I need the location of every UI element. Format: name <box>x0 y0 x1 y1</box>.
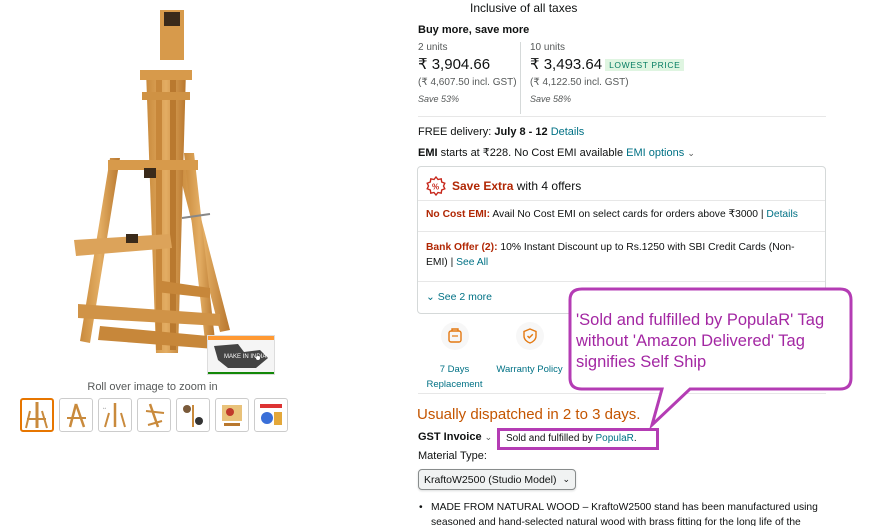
offers-title: Save Extra <box>452 179 514 193</box>
emi-prefix: EMI <box>418 147 438 159</box>
offer-no-cost-emi: No Cost EMI: Avail No Cost EMI on select… <box>426 207 816 222</box>
offers-panel: % Save Extra with 4 offers No Cost EMI: … <box>417 166 826 314</box>
tier-2-units[interactable]: 2 units ₹ 3,904.66 (₹ 4,607.50 incl. GST… <box>418 42 518 104</box>
easel-info-thumb-icon <box>260 404 282 425</box>
tier-savings: Save 53% <box>418 94 460 104</box>
chevron-down-icon: ⌄ <box>426 291 435 303</box>
offers-header: % Save Extra with 4 offers <box>426 176 581 196</box>
thumbnail-strip: ↔ <box>20 398 288 432</box>
sold-by-suffix: . <box>633 433 637 444</box>
svg-text:%: % <box>432 183 439 192</box>
sold-by-prefix: Sold and fulfilled by <box>506 433 596 444</box>
thumbnail-7[interactable] <box>254 398 288 432</box>
material-type-label: Material Type: <box>418 450 487 462</box>
seller-link[interactable]: PopulaR <box>596 433 634 444</box>
offer-see-all-link[interactable]: See All <box>456 257 488 268</box>
tier-10-units[interactable]: 10 units ₹ 3,493.64 LOWEST PRICE (₹ 4,122… <box>530 42 710 104</box>
material-selected-value: KraftoW2500 (Studio Model) <box>424 473 557 486</box>
tier-divider <box>520 42 521 114</box>
make-in-india-badge: MAKE IN INDIA <box>207 335 275 375</box>
bullet-item: MADE FROM NATURAL WOOD – KraftoW2500 sta… <box>419 500 829 526</box>
zoom-hint: Roll over image to zoom in <box>87 381 218 393</box>
dispatch-status: Usually dispatched in 2 to 3 days. <box>417 406 641 423</box>
chevron-down-icon: ⌄ <box>484 432 493 442</box>
tier-units: 2 units <box>418 42 448 53</box>
gst-invoice-toggle[interactable]: GST Invoice ⌄ <box>418 431 492 443</box>
tier-savings: Save 58% <box>530 94 572 104</box>
product-main-image[interactable] <box>60 8 245 368</box>
make-in-india-logo-icon: MAKE IN INDIA <box>208 336 274 374</box>
offers-subtitle: with 4 offers <box>513 179 582 193</box>
emi-options-label: EMI options <box>626 147 685 159</box>
thumbnail-2[interactable] <box>59 398 93 432</box>
gst-invoice-label: GST Invoice <box>418 431 482 443</box>
easel-dims-thumb-icon: ↔ <box>102 403 126 428</box>
chevron-down-icon: ⌄ <box>687 148 695 158</box>
warranty-shield-icon <box>515 322 544 350</box>
thumbnail-1[interactable] <box>20 398 54 432</box>
product-bullets: MADE FROM NATURAL WOOD – KraftoW2500 sta… <box>419 500 829 526</box>
divider <box>418 200 825 201</box>
make-in-india-text: MAKE IN INDIA <box>224 354 266 360</box>
delivery-dates: July 8 - 12 <box>494 126 548 138</box>
offer-bank: Bank Offer (2): 10% Instant Discount up … <box>426 240 816 270</box>
delivery-info: FREE delivery: July 8 - 12 Details <box>418 126 584 138</box>
sold-by-tag: Sold and fulfilled by PopulaR. <box>497 428 659 450</box>
lowest-price-badge: LOWEST PRICE <box>605 59 685 72</box>
easel-angle-thumb-icon <box>145 403 165 428</box>
taxes-note: Inclusive of all taxes <box>470 1 578 15</box>
offer-text: Avail No Cost EMI on select cards for or… <box>490 209 767 220</box>
divider <box>418 116 826 117</box>
thumbnail-6[interactable] <box>215 398 249 432</box>
tier-price-row: ₹ 3,493.64 LOWEST PRICE <box>530 55 710 73</box>
tier-gst-price: (₹ 4,122.50 incl. GST) <box>530 77 629 88</box>
emi-info: EMI starts at ₹228. No Cost EMI availabl… <box>418 146 695 159</box>
emi-text: starts at ₹228. No Cost EMI available <box>437 147 627 159</box>
tier-units: 10 units <box>530 42 566 53</box>
replacement-icon <box>440 322 469 350</box>
delivery-prefix: FREE delivery: <box>418 126 495 138</box>
see-more-label: See 2 more <box>437 291 493 303</box>
tier-price: ₹ 3,493.64 <box>530 56 603 73</box>
divider <box>418 393 826 394</box>
easel-thumb-icon <box>25 402 48 429</box>
thumbnail-4[interactable] <box>137 398 171 432</box>
offer-tag: Bank Offer (2): <box>426 242 498 253</box>
thumbnail-3[interactable]: ↔ <box>98 398 132 432</box>
feature-warranty[interactable]: Warranty Policy <box>492 322 567 377</box>
bulk-pricing-title: Buy more, save more <box>418 24 530 36</box>
divider <box>418 281 825 282</box>
svg-text:↔: ↔ <box>102 405 107 411</box>
tier-price: ₹ 3,904.66 <box>418 56 491 73</box>
feature-label: 7 Days Replacement <box>426 364 483 390</box>
easel-detail-thumb-icon <box>183 405 203 427</box>
chevron-down-icon: ⌄ <box>562 474 570 484</box>
tier-gst-price: (₹ 4,607.50 incl. GST) <box>418 77 517 88</box>
annotation-text: 'Sold and fulfilled by PopulaR' Tag with… <box>576 311 825 371</box>
thumbnail-5[interactable] <box>176 398 210 432</box>
feature-replacement[interactable]: 7 Days Replacement <box>417 322 492 392</box>
material-type-dropdown[interactable]: KraftoW2500 (Studio Model) ⌄ <box>418 469 576 490</box>
offer-details-link[interactable]: Details <box>766 209 797 220</box>
easel-image <box>74 10 230 353</box>
delivery-details-link[interactable]: Details <box>551 126 585 138</box>
see-more-offers[interactable]: ⌄ See 2 more <box>426 291 492 303</box>
easel-painting-thumb-icon <box>222 405 242 426</box>
offer-percent-icon: % <box>426 176 446 196</box>
divider <box>418 231 825 232</box>
feature-label: Warranty Policy <box>496 364 563 375</box>
offer-tag: No Cost EMI: <box>426 209 491 220</box>
emi-options-link[interactable]: EMI options ⌄ <box>626 147 695 159</box>
easel-side-thumb-icon <box>67 403 86 428</box>
